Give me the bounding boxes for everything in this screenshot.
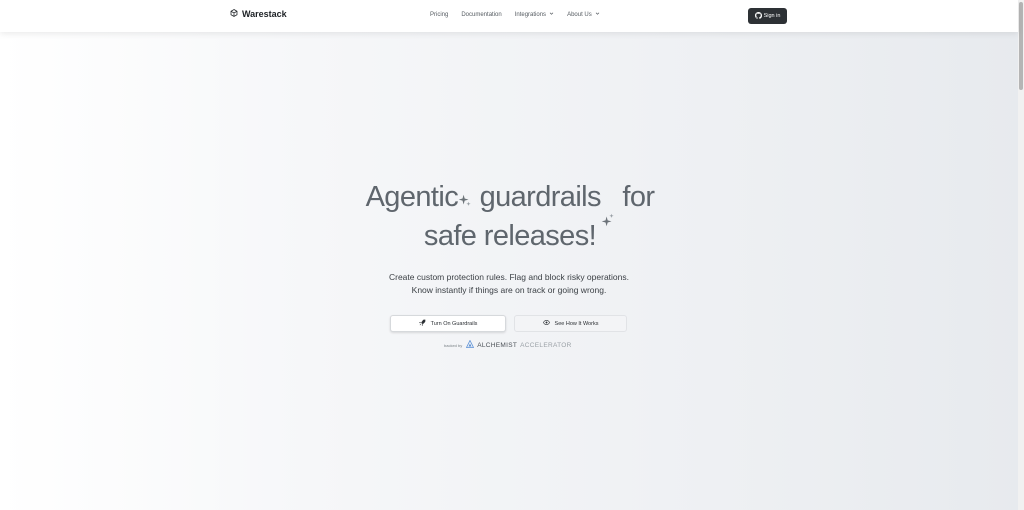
nav-link-documentation[interactable]: Documentation (461, 11, 501, 18)
brand-name: Warestack (242, 9, 287, 19)
brand-logo[interactable]: Warestack (230, 9, 287, 19)
hero-title: Agentic guardrails for safe releases! (340, 178, 680, 256)
hero-title-line2: safe releases! (423, 220, 597, 252)
hero-title-word-guardrails: guardrails (479, 181, 602, 213)
nav-links: Pricing Documentation Integrations About… (430, 11, 600, 18)
rocket-icon (418, 319, 426, 328)
alchemist-accelerator-logo[interactable]: ALCHEMIST ACCELERATOR (466, 339, 572, 350)
sparkle-icon (458, 180, 472, 206)
see-how-it-works-button[interactable]: See How It Works (514, 315, 627, 332)
nav-link-label: Documentation (461, 11, 502, 18)
nav-link-about-us[interactable]: About Us (567, 11, 600, 18)
backed-by: backed by ALCHEMIST ACCELERATOR (444, 339, 572, 350)
eye-icon (542, 319, 550, 328)
hero-subtitle-line1: Create custom protection rules. Flag and… (388, 272, 629, 282)
hero-title-word-agentic: Agentic (365, 181, 459, 213)
hero-subtitle: Create custom protection rules. Flag and… (360, 271, 658, 297)
chevron-down-icon (549, 11, 554, 18)
sign-in-label: Sign in (763, 13, 781, 19)
nav-link-label: About Us (567, 11, 592, 18)
sparkle-icon (601, 199, 615, 227)
accelerator-wordmark: ACCELERATOR (520, 341, 572, 349)
alchemist-logo-icon (466, 339, 475, 350)
chevron-down-icon (595, 11, 600, 18)
hero-title-word-for: for (622, 181, 655, 213)
nav-link-integrations[interactable]: Integrations (515, 11, 554, 18)
sign-in-button[interactable]: Sign in (748, 8, 787, 24)
see-how-it-works-label: See How It Works (554, 320, 599, 327)
alchemist-wordmark: ALCHEMIST (477, 341, 518, 349)
hero-subtitle-line2: Know instantly if things are on track or… (411, 285, 607, 295)
scrollbar-thumb[interactable] (1019, 2, 1023, 90)
turn-on-guardrails-label: Turn On Guardrails (430, 320, 478, 327)
backed-by-label: backed by (444, 342, 463, 348)
top-navbar: Warestack Pricing Documentation Integrat… (0, 0, 1018, 32)
nav-link-label: Pricing (430, 11, 449, 18)
cube-icon (230, 9, 238, 19)
nav-link-pricing[interactable]: Pricing (430, 11, 448, 18)
nav-link-label: Integrations (514, 11, 547, 18)
github-icon (754, 11, 762, 21)
turn-on-guardrails-button[interactable]: Turn On Guardrails (390, 315, 506, 332)
